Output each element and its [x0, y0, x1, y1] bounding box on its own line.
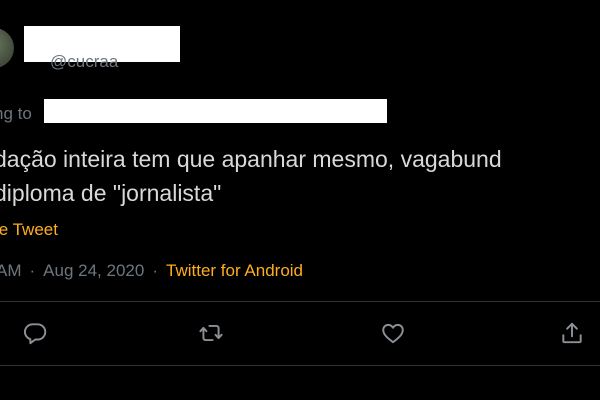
meta-separator: · [152, 261, 158, 280]
tweet-text-line: diploma de "jornalista" [0, 180, 222, 206]
share-icon [562, 322, 582, 344]
tweet-time[interactable]: AM [0, 261, 22, 280]
share-button[interactable] [557, 318, 587, 348]
replying-to-label: ng to [0, 104, 32, 123]
tweet-date[interactable]: Aug 24, 2020 [43, 261, 144, 280]
reply-icon [24, 323, 47, 345]
tweet-detail-view: @cucraa ng to dação inteira tem que apan… [0, 0, 600, 400]
translate-tweet-link[interactable]: te Tweet [0, 219, 58, 241]
like-button[interactable] [378, 318, 408, 348]
retweet-icon [199, 324, 223, 342]
tweet-text-line: dação inteira tem que apanhar mesmo, vag… [0, 146, 502, 172]
retweet-button[interactable] [196, 318, 226, 348]
user-handle[interactable]: @cucraa [50, 52, 118, 72]
tweet-text: dação inteira tem que apanhar mesmo, vag… [0, 142, 600, 210]
avatar[interactable] [0, 28, 14, 68]
tweet-meta: AM · Aug 24, 2020 · Twitter for Android [0, 260, 303, 282]
divider [0, 365, 600, 366]
meta-separator: · [29, 261, 36, 280]
redacted-replying-to-handles [44, 99, 387, 123]
heart-icon [382, 323, 404, 344]
divider [0, 301, 600, 302]
tweet-source-link[interactable]: Twitter for Android [166, 261, 303, 280]
reply-button[interactable] [20, 318, 50, 348]
